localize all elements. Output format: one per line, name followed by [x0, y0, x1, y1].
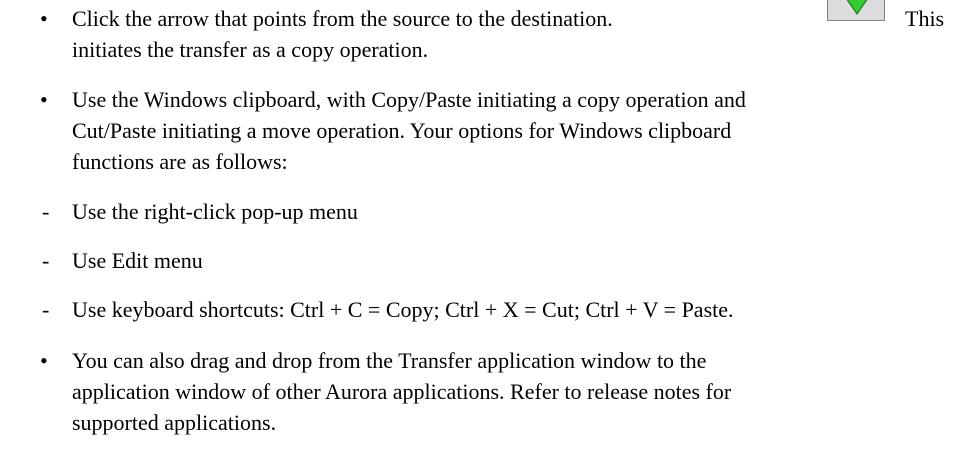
bullet-marker: • — [40, 6, 48, 31]
bullet-1-line-1: Click the arrow that points from the sou… — [72, 6, 613, 31]
sub-item-keyboard-shortcuts: - Use keyboard shortcuts: Ctrl + C = Cop… — [40, 294, 950, 325]
bullet-text: You can also drag and drop from the Tran… — [72, 345, 950, 438]
sub-item-right-click: - Use the right-click pop-up menu — [40, 196, 950, 227]
bullet-item-arrow: • Click the arrow that points from the s… — [40, 0, 950, 65]
bullet-1-line-2: initiates the transfer as a copy operati… — [72, 37, 429, 62]
bullet-marker: • — [40, 348, 48, 373]
sub-item-text: Use keyboard shortcuts: Ctrl + C = Copy;… — [72, 297, 734, 322]
bullet-3-line-1: You can also drag and drop from the Tran… — [72, 348, 707, 373]
bullet-3-line-2: application window of other Aurora appli… — [72, 379, 732, 404]
green-arrow-icon — [846, 0, 868, 16]
bullet-item-clipboard: • Use the Windows clipboard, with Copy/P… — [40, 84, 950, 178]
bullet-2-line-2: Cut/Paste initiating a move operation. Y… — [72, 118, 732, 143]
sub-item-edit-menu: - Use Edit menu — [40, 245, 950, 276]
bullet-item-drag-drop: • You can also drag and drop from the Tr… — [40, 345, 950, 439]
bullet-2-line-3: functions are as follows: — [72, 149, 288, 174]
bullet-3-line-3: supported applications. — [72, 410, 277, 435]
dash-marker: - — [42, 297, 50, 322]
bullet-2-line-1: Use the Windows clipboard, with Copy/Pas… — [72, 87, 746, 112]
help-document: • Click the arrow that points from the s… — [0, 0, 958, 454]
dash-marker: - — [42, 199, 50, 224]
bullet-text: Click the arrow that points from the sou… — [72, 0, 950, 65]
dash-marker: - — [42, 248, 50, 273]
bullet-1-after-icon: This — [905, 6, 945, 31]
sub-item-text: Use the right-click pop-up menu — [72, 199, 358, 224]
transfer-arrow-button[interactable] — [827, 0, 885, 21]
sub-item-text: Use Edit menu — [72, 248, 203, 273]
bullet-text: Use the Windows clipboard, with Copy/Pas… — [72, 84, 950, 177]
bullet-marker: • — [40, 87, 48, 112]
